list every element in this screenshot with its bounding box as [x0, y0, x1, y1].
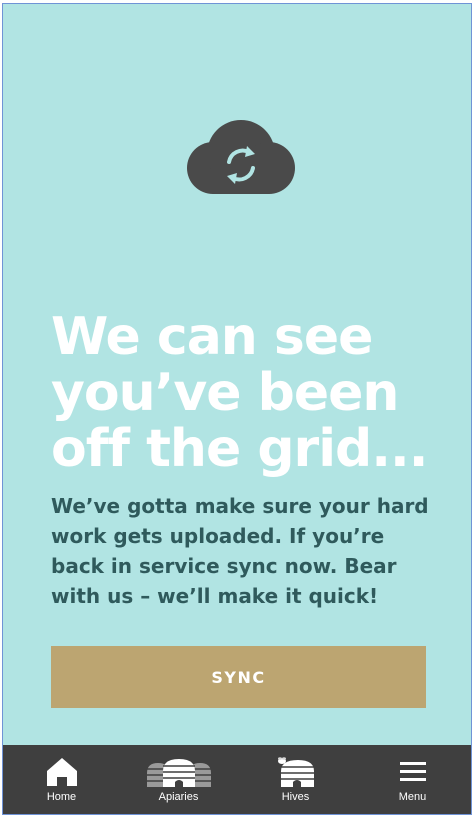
tab-apiaries-label: Apiaries — [158, 791, 199, 803]
tab-apiaries[interactable]: Apiaries — [120, 745, 237, 814]
sync-button[interactable]: SYNC — [51, 646, 426, 708]
cloud-sync-icon — [187, 120, 295, 194]
hive-icon — [277, 757, 314, 787]
body-text: We’ve gotta make sure your hard work get… — [51, 494, 429, 608]
tab-home-label: Home — [46, 791, 77, 803]
headline-line-3: off the grid... — [51, 419, 428, 479]
apiaries-icon — [146, 759, 211, 787]
bottom-tab-bar: Home Apiaries Hives Menu — [3, 745, 471, 814]
headline-line-1: We can see — [51, 307, 373, 367]
page-title: We can see you’ve been off the grid... — [51, 309, 451, 477]
menu-icon — [399, 762, 426, 781]
tab-home[interactable]: Home — [3, 745, 120, 814]
tab-hives[interactable]: Hives — [237, 745, 354, 814]
tab-menu-label: Menu — [398, 791, 427, 803]
app-frame: We can see you’ve been off the grid... W… — [2, 3, 472, 815]
tab-menu[interactable]: Menu — [354, 745, 471, 814]
headline-line-2: you’ve been — [51, 363, 399, 423]
tab-hives-label: Hives — [281, 791, 310, 803]
offline-screen: We can see you’ve been off the grid... W… — [3, 4, 471, 745]
home-icon — [46, 758, 77, 786]
